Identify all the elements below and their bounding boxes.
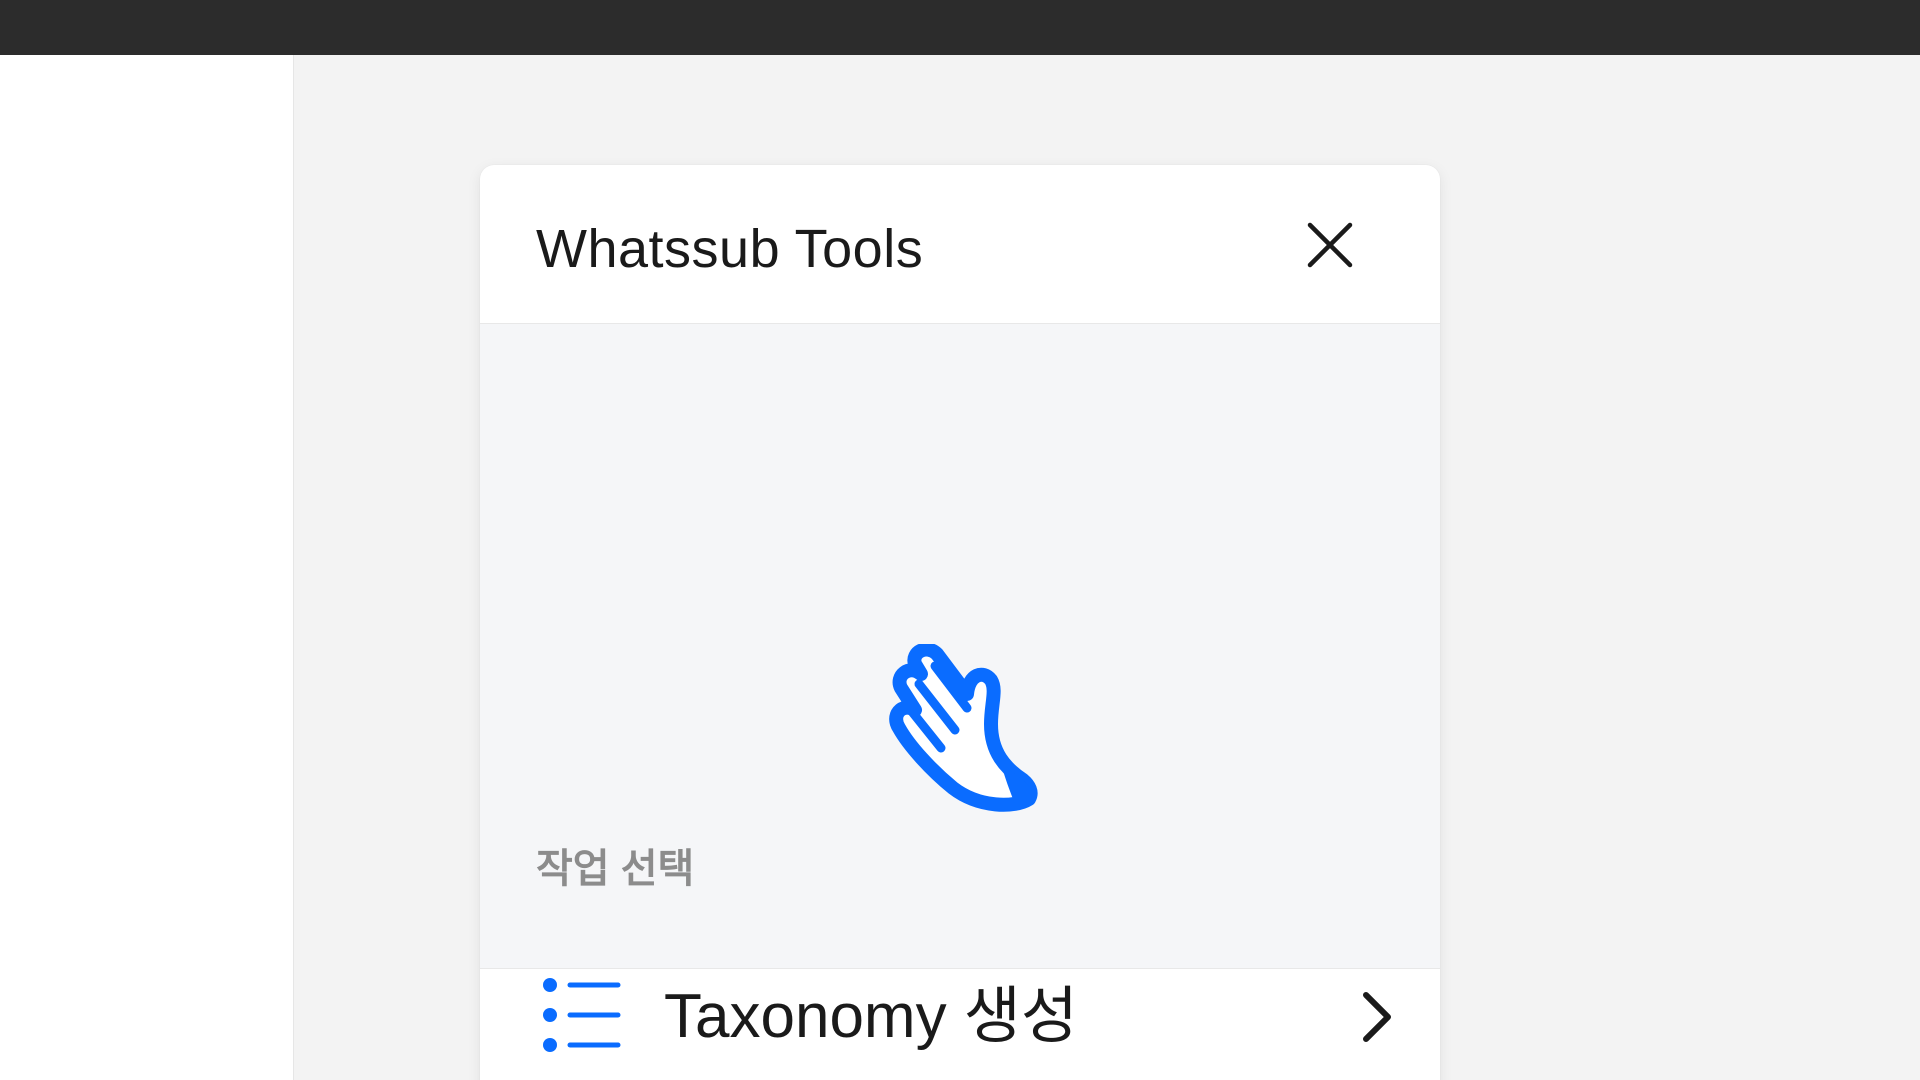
left-sidebar-panel [0,55,294,1080]
plugin-title: Whatssub Tools [536,219,924,279]
menu-item-label: Taxonomy 생성 [664,982,1078,1051]
list-icon [543,978,621,1052]
section-label: 작업 선택 [536,847,695,891]
close-button[interactable] [1300,215,1360,275]
app-window: Whatssub Tools 작업 선택 Taxonomy 생성 [0,0,1920,1080]
menu-item-taxonomy[interactable]: Taxonomy 생성 [480,955,1440,1080]
waving-hand-icon [889,644,1038,812]
plugin-header: Whatssub Tools [480,165,1440,324]
top-toolbar [0,0,1920,55]
plugin-window: Whatssub Tools 작업 선택 Taxonomy 생성 [480,165,1440,1080]
chevron-right-icon [1363,992,1391,1042]
close-icon [1307,222,1353,268]
